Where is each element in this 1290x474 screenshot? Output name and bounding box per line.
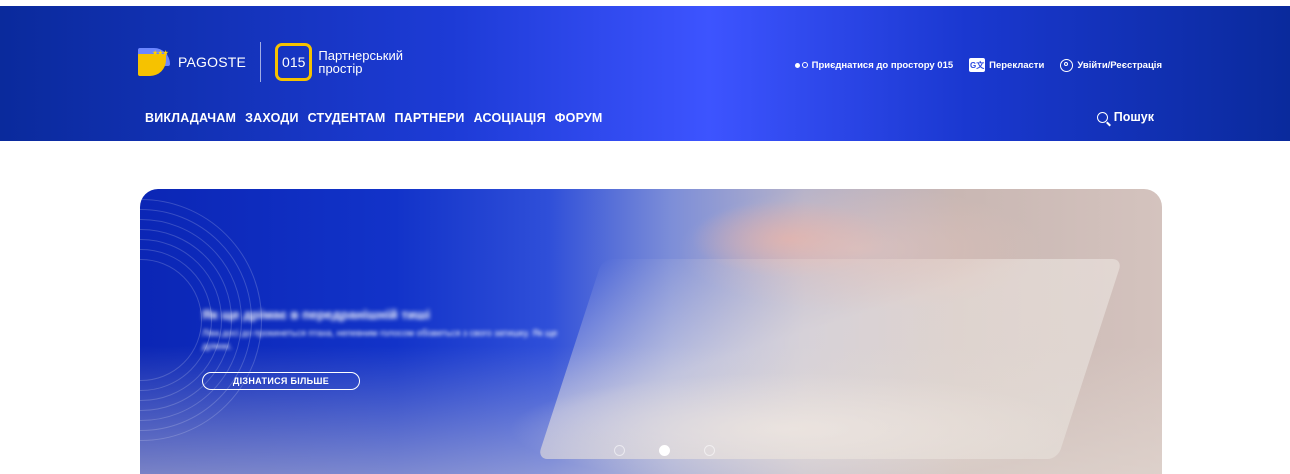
brand[interactable]: ★★★ PAGOSTE 015 Партнерський простір: [138, 42, 418, 82]
nav-item-students[interactable]: СТУДЕНТАМ: [308, 111, 386, 125]
nav-item-forum[interactable]: ФОРУМ: [555, 111, 603, 125]
space-code-badge: 015: [275, 43, 313, 81]
space-code: 015: [282, 54, 306, 70]
nav-item-teachers[interactable]: ВИКЛАДАЧАМ: [145, 111, 236, 125]
pagoste-logo-icon: ★★★: [138, 48, 170, 76]
hero-slider: Як ще дрімає в передранішній тиші Ліва д…: [140, 189, 1162, 474]
site-header: ★★★ PAGOSTE 015 Партнерський простір При…: [0, 6, 1290, 141]
translate-icon: G文: [969, 58, 986, 72]
brand-divider: [260, 42, 262, 82]
search-button[interactable]: Пошук: [1096, 110, 1154, 124]
search-label: Пошук: [1113, 110, 1154, 124]
hero-description: Ліва досі до прокинеться птаха, непевним…: [202, 328, 558, 351]
slider-dot[interactable]: [614, 445, 625, 456]
translate-link[interactable]: G文 Перекласти: [969, 58, 1044, 72]
brand-name: PAGOSTE: [178, 54, 247, 70]
translate-label: Перекласти: [989, 59, 1045, 71]
nav-item-association[interactable]: АСОЦІАЦІЯ: [474, 111, 546, 125]
partner-space-label: Партнерський простір: [318, 48, 404, 76]
main-nav: ВИКЛАДАЧАМ ЗАХОДИ СТУДЕНТАМ ПАРТНЕРИ АСО…: [145, 111, 603, 125]
search-icon: [1096, 111, 1108, 123]
learn-more-button[interactable]: ДІЗНАТИСЯ БІЛЬШЕ: [202, 372, 360, 390]
login-label: Увійти/Реєстрація: [1077, 59, 1162, 71]
top-links: Приєднатися до простору 015 G文 Перекласт…: [794, 58, 1162, 72]
slider-dots: [614, 445, 715, 456]
join-space-label: Приєднатися до простору 015: [811, 59, 954, 71]
slider-dot[interactable]: [704, 445, 715, 456]
nav-item-events[interactable]: ЗАХОДИ: [245, 111, 299, 125]
dots-toggle-icon: [794, 62, 808, 68]
nav-item-partners[interactable]: ПАРТНЕРИ: [395, 111, 465, 125]
user-icon: [1060, 58, 1074, 72]
join-space-link[interactable]: Приєднатися до простору 015: [794, 59, 954, 71]
slider-dot-active[interactable]: [659, 445, 670, 456]
login-link[interactable]: Увійти/Реєстрація: [1060, 58, 1162, 72]
hero-title: Як ще дрімає в передранішній тиші: [202, 307, 430, 322]
